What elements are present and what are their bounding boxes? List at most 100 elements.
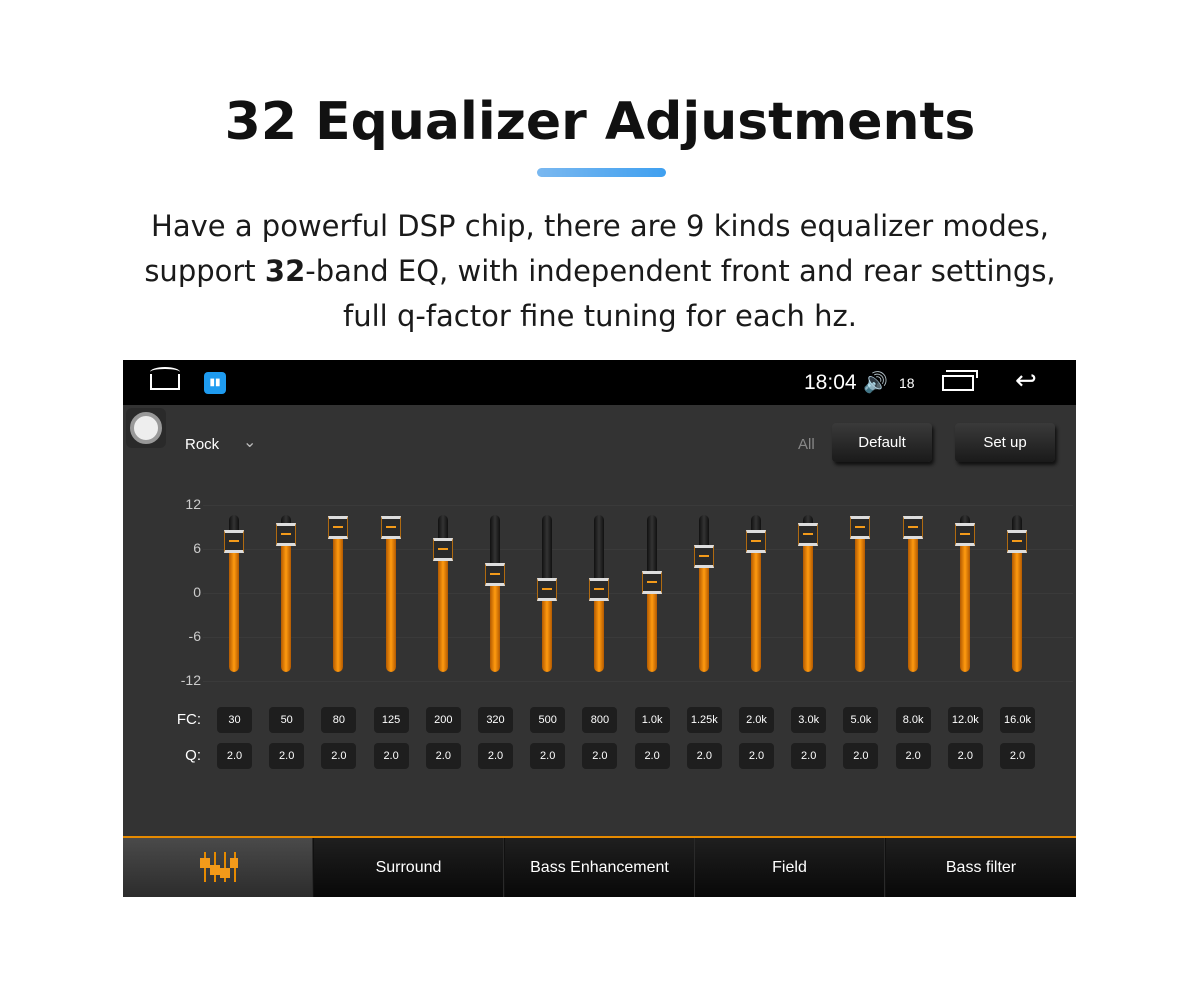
- fc-value[interactable]: 3.0k: [791, 707, 827, 733]
- fc-value[interactable]: 8.0k: [895, 707, 931, 733]
- status-bar: ▮▮ 18:04 🔊 18 ↩: [123, 360, 1076, 405]
- volume-icon[interactable]: 🔊: [863, 370, 888, 395]
- q-value[interactable]: 2.0: [947, 743, 983, 769]
- desc-bold: 32: [264, 254, 306, 288]
- eq-slider-knob[interactable]: [693, 545, 714, 568]
- fc-label: FC:: [176, 711, 201, 728]
- q-value[interactable]: 2.0: [321, 743, 357, 769]
- fc-value[interactable]: 50: [269, 707, 305, 733]
- fc-value[interactable]: 80: [321, 707, 357, 733]
- eq-slider-fill: [855, 527, 866, 672]
- back-icon[interactable]: ↩: [1015, 365, 1037, 396]
- eq-slider-knob[interactable]: [798, 523, 819, 546]
- q-value[interactable]: 2.0: [217, 743, 252, 769]
- eq-slider-fill: [698, 557, 709, 672]
- eq-app-icon[interactable]: ▮▮: [204, 372, 226, 394]
- eq-slider-knob[interactable]: [1007, 530, 1027, 554]
- eq-slider-fill: [385, 527, 396, 672]
- eq-slider-knob[interactable]: [954, 523, 975, 546]
- y-tick-label: -12: [180, 672, 201, 688]
- q-value[interactable]: 2.0: [739, 743, 774, 769]
- fc-value[interactable]: 12.0k: [947, 707, 983, 733]
- eq-slider-fill: [437, 549, 448, 672]
- eq-slider-fill: [751, 542, 761, 672]
- q-value[interactable]: 2.0: [843, 743, 879, 769]
- preset-select[interactable]: Rock: [185, 436, 219, 453]
- fc-value[interactable]: 1.25k: [686, 707, 722, 733]
- q-value[interactable]: 2.0: [269, 743, 305, 769]
- tab-equalizer[interactable]: [123, 838, 313, 897]
- fc-value[interactable]: 500: [530, 707, 566, 733]
- eq-slider-knob[interactable]: [276, 523, 297, 546]
- desc-text: support: [144, 254, 265, 288]
- clock: 18:04: [804, 371, 857, 394]
- fc-value[interactable]: 320: [478, 707, 513, 733]
- title-underline: [537, 168, 666, 177]
- chevron-down-icon[interactable]: ⌄: [243, 432, 256, 452]
- eq-slider-knob[interactable]: [537, 578, 558, 601]
- q-value[interactable]: 2.0: [425, 743, 461, 769]
- y-tick-label: -6: [188, 628, 201, 644]
- eq-slider-knob[interactable]: [224, 530, 244, 554]
- equalizer-icon: [199, 852, 238, 882]
- setup-button[interactable]: Set up: [955, 423, 1055, 462]
- tab-field[interactable]: Field: [695, 838, 885, 897]
- fc-value[interactable]: 1.0k: [634, 707, 670, 733]
- eq-slider-fill: [594, 590, 605, 672]
- desc-line: Have a powerful DSP chip, there are 9 ki…: [151, 209, 1049, 243]
- q-value[interactable]: 2.0: [686, 743, 722, 769]
- tab-bar: Surround Bass Enhancement Field Bass fil…: [123, 836, 1076, 897]
- eq-slider-fill: [281, 535, 292, 672]
- q-value[interactable]: 2.0: [478, 743, 513, 769]
- eq-slider-fill: [1012, 542, 1022, 672]
- eq-slider-knob[interactable]: [432, 537, 453, 561]
- home-icon[interactable]: [150, 367, 180, 390]
- gridline: [203, 505, 1073, 506]
- q-value[interactable]: 2.0: [582, 743, 618, 769]
- page-title: 32 Equalizer Adjustments: [224, 92, 976, 152]
- eq-slider-knob[interactable]: [641, 570, 662, 594]
- description: Have a powerful DSP chip, there are 9 ki…: [0, 204, 1200, 339]
- eq-slider-fill: [333, 527, 344, 672]
- tab-bass-enhancement[interactable]: Bass Enhancement: [505, 838, 695, 897]
- eq-slider-fill: [229, 542, 239, 672]
- eq-slider-knob[interactable]: [746, 530, 766, 554]
- q-value[interactable]: 2.0: [791, 743, 827, 769]
- fc-value[interactable]: 2.0k: [739, 707, 774, 733]
- eq-slider-fill: [542, 590, 553, 672]
- eq-slider-knob[interactable]: [380, 515, 401, 539]
- eq-screen: ▮▮ 18:04 🔊 18 ↩ Rock ⌄ All Default Set u…: [123, 360, 1076, 897]
- eq-slider-fill: [646, 582, 657, 672]
- eq-slider-knob[interactable]: [485, 563, 505, 587]
- fc-value[interactable]: 125: [373, 707, 409, 733]
- y-tick-label: 12: [185, 496, 201, 512]
- q-value[interactable]: 2.0: [1000, 743, 1035, 769]
- gridline: [203, 681, 1073, 682]
- all-label[interactable]: All: [798, 436, 815, 453]
- q-value[interactable]: 2.0: [634, 743, 670, 769]
- default-button[interactable]: Default: [832, 423, 932, 462]
- fc-value[interactable]: 30: [217, 707, 252, 733]
- y-tick-label: 6: [193, 540, 201, 556]
- q-value[interactable]: 2.0: [373, 743, 409, 769]
- fc-value[interactable]: 800: [582, 707, 618, 733]
- desc-line: support 32-band EQ, with independent fro…: [0, 249, 1200, 294]
- eq-slider-fill: [907, 527, 918, 672]
- eq-slider-knob[interactable]: [328, 515, 349, 539]
- eq-toggle[interactable]: [126, 408, 166, 448]
- eq-slider-knob[interactable]: [589, 578, 610, 601]
- eq-slider-knob[interactable]: [902, 515, 923, 539]
- eq-slider-fill: [803, 535, 814, 672]
- fc-value[interactable]: 16.0k: [1000, 707, 1035, 733]
- fc-value[interactable]: 200: [425, 707, 461, 733]
- fc-value[interactable]: 5.0k: [843, 707, 879, 733]
- desc-line: full q-factor fine tuning for each hz.: [343, 299, 857, 333]
- q-value[interactable]: 2.0: [895, 743, 931, 769]
- recent-apps-icon[interactable]: [942, 370, 978, 391]
- toggle-knob: [130, 412, 162, 444]
- eq-slider-fill: [959, 535, 970, 672]
- tab-surround[interactable]: Surround: [314, 838, 504, 897]
- eq-slider-knob[interactable]: [850, 515, 871, 539]
- q-value[interactable]: 2.0: [530, 743, 566, 769]
- tab-bass-filter[interactable]: Bass filter: [886, 838, 1076, 897]
